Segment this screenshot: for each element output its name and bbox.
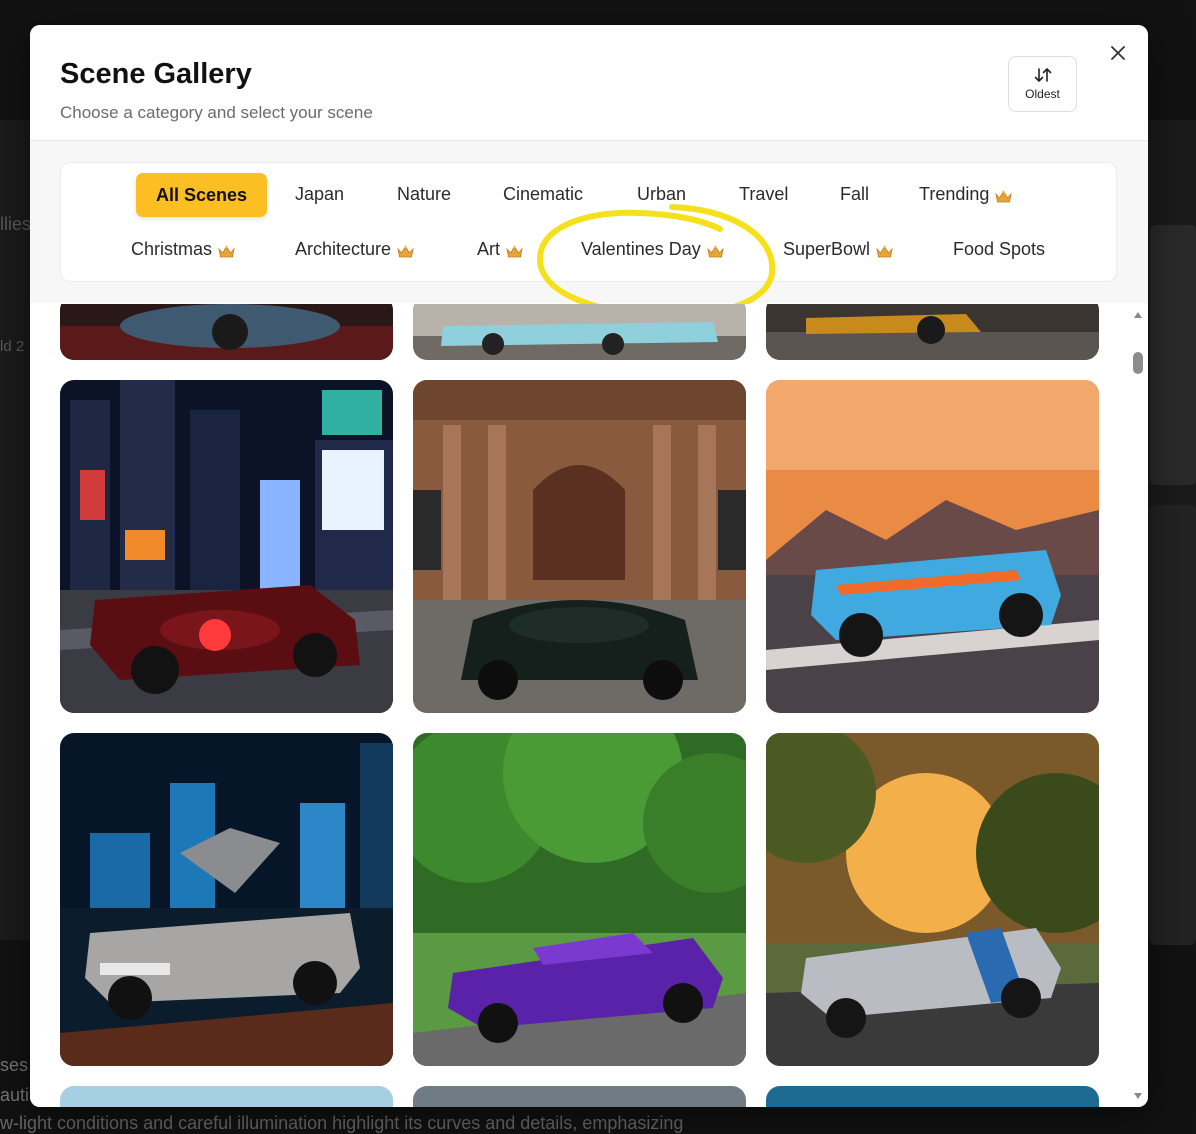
tab-label: Japan (295, 184, 345, 204)
tab-art[interactable]: Art (477, 239, 523, 260)
tab-travel[interactable]: Travel (739, 184, 788, 205)
category-panel: All Scenes Japan Nature Cinematic Urban … (30, 141, 1148, 303)
tab-all-scenes[interactable]: All Scenes (136, 173, 268, 217)
scene-tile[interactable] (766, 733, 1099, 1066)
scene-tile[interactable] (766, 304, 1099, 360)
scroll-up-icon[interactable] (1134, 312, 1142, 318)
close-icon (1111, 45, 1125, 65)
crown-icon (995, 188, 1013, 202)
tab-japan[interactable]: Japan (295, 184, 344, 205)
tab-label: Urban (637, 184, 687, 204)
sort-label: Oldest (1025, 87, 1060, 101)
tab-label: Nature (397, 184, 452, 204)
scene-tile[interactable] (413, 380, 746, 713)
tab-label: Valentines Day (581, 239, 701, 259)
category-tabs: All Scenes Japan Nature Cinematic Urban … (60, 162, 1117, 282)
scene-gallery-modal: Scene Gallery Choose a category and sele… (30, 25, 1148, 1107)
crown-icon (707, 243, 724, 257)
tab-label: Art (477, 239, 501, 259)
scene-tile[interactable] (60, 1086, 393, 1107)
background-text: ses (0, 1055, 29, 1075)
tab-fall[interactable]: Fall (840, 184, 869, 205)
crown-icon (218, 243, 235, 257)
tab-label: Travel (739, 184, 789, 204)
tab-label: Architecture (295, 239, 392, 259)
crown-icon (506, 243, 523, 257)
tab-nature[interactable]: Nature (397, 184, 451, 205)
tab-label: Food Spots (953, 239, 1046, 259)
scene-tile[interactable] (413, 733, 746, 1066)
background-text: auti (0, 1085, 30, 1105)
tab-label: Fall (840, 184, 870, 204)
tab-superbowl[interactable]: SuperBowl (783, 239, 893, 260)
crown-icon (876, 243, 893, 257)
tab-food-spots[interactable]: Food Spots (953, 239, 1045, 260)
scene-tile[interactable] (60, 380, 393, 713)
scroll-thumb[interactable] (1133, 352, 1143, 374)
scene-tile[interactable] (60, 733, 393, 1066)
tab-valentines-day[interactable]: Valentines Day (581, 239, 724, 260)
tab-label: Christmas (131, 239, 213, 259)
background-text: w-light conditions and careful illuminat… (0, 1113, 684, 1133)
sort-button[interactable]: Oldest (1008, 56, 1077, 112)
background-card (1150, 505, 1196, 945)
close-button[interactable] (1106, 43, 1130, 67)
background-text: llies (0, 214, 32, 234)
crown-icon (397, 243, 414, 257)
background-card (1150, 225, 1196, 485)
scene-tile[interactable] (413, 304, 746, 360)
tab-urban[interactable]: Urban (637, 184, 686, 205)
modal-header: Scene Gallery Choose a category and sele… (30, 25, 1148, 141)
scroll-down-icon[interactable] (1134, 1093, 1142, 1099)
scene-grid (30, 304, 1148, 1107)
scrollbar[interactable] (1130, 304, 1146, 1107)
tab-christmas[interactable]: Christmas (131, 239, 235, 260)
scene-tile[interactable] (766, 1086, 1099, 1107)
tab-label: All Scenes (156, 184, 248, 205)
scene-tile[interactable] (413, 1086, 746, 1107)
scene-tile[interactable] (766, 380, 1099, 713)
tab-trending[interactable]: Trending (919, 184, 1013, 205)
page-subtitle: Choose a category and select your scene (60, 103, 373, 122)
tab-label: Cinematic (503, 184, 584, 204)
page-title: Scene Gallery (60, 58, 252, 90)
background-text: ld 2 (0, 338, 25, 355)
tab-cinematic[interactable]: Cinematic (503, 184, 583, 205)
scene-tile[interactable] (60, 304, 393, 360)
tab-label: SuperBowl (783, 239, 871, 259)
tab-label: Trending (919, 184, 990, 204)
tab-architecture[interactable]: Architecture (295, 239, 414, 260)
sort-arrows-icon (1034, 67, 1052, 83)
